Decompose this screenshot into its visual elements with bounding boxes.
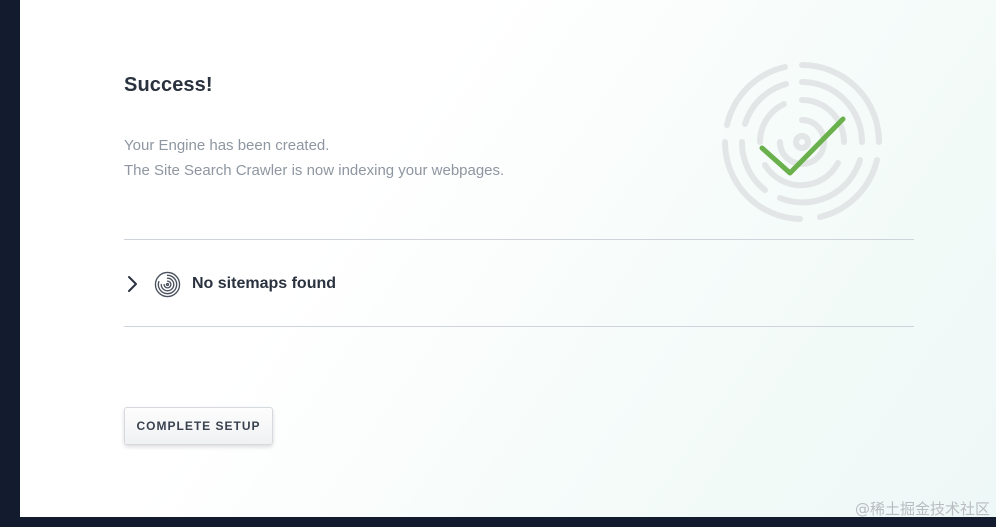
complete-setup-button[interactable]: COMPLETE SETUP <box>124 407 273 445</box>
success-message-line-2: The Site Search Crawler is now indexing … <box>124 162 505 179</box>
sitemaps-row[interactable]: No sitemaps found <box>124 266 524 302</box>
success-badge-icon <box>722 62 882 222</box>
divider-top <box>124 239 914 240</box>
success-panel: Success! Your Engine has been created. T… <box>20 0 996 517</box>
success-message-line-1: Your Engine has been created. <box>124 137 330 154</box>
watermark-text: @稀土掘金技术社区 <box>854 500 990 518</box>
app-frame: Success! Your Engine has been created. T… <box>0 0 996 527</box>
fingerprint-icon <box>154 271 181 298</box>
sitemaps-status-label: No sitemaps found <box>192 275 337 292</box>
chevron-right-icon[interactable] <box>126 274 140 294</box>
divider-bottom <box>124 326 914 327</box>
page-title: Success! <box>124 74 213 96</box>
